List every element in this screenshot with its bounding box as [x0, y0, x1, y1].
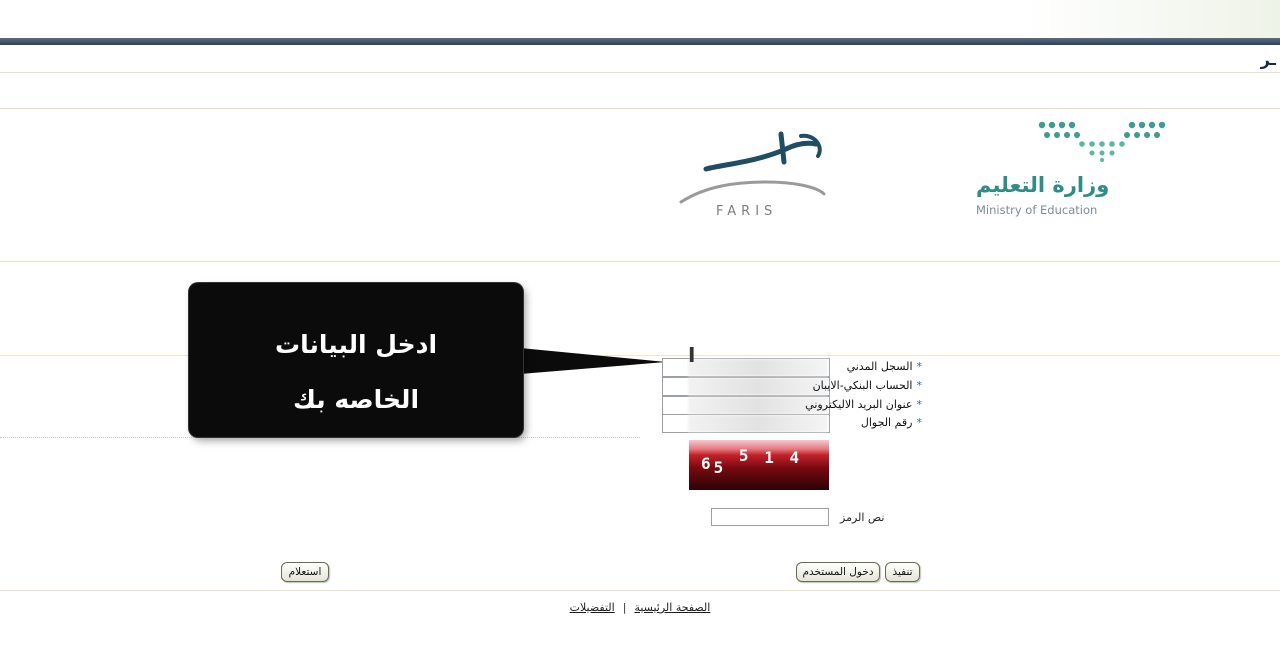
home-link[interactable]: الصفحة الرئيسية [634, 601, 710, 614]
divider [0, 72, 1280, 73]
ministry-name-arabic: وزارة التعليم [976, 173, 1110, 197]
faris-name-english: FARIS [716, 204, 778, 219]
captcha-code-label: نص الرمز [840, 511, 885, 524]
user-login-button[interactable]: دخول المستخدم [796, 562, 880, 582]
mobile-label: *رقم الجوال [860, 416, 922, 429]
ministry-dots-icon [1038, 121, 1166, 162]
ministry-name-english: Ministry of Education [976, 203, 1098, 217]
captcha-text: 65 5 1 4 [701, 446, 803, 477]
callout-line: الخاصه بك [292, 385, 420, 414]
blurred-value [688, 359, 828, 376]
callout-text: ادخل البيانات الخاصه بك [189, 317, 523, 427]
ministry-of-education-logo: وزارة التعليم Ministry of Education [972, 118, 1172, 218]
preferences-link[interactable]: التفضيلات [570, 601, 615, 614]
header-band [0, 38, 1280, 45]
captcha-image: 65 5 1 4 [689, 440, 829, 490]
divider [0, 261, 1280, 262]
email-label: *عنوان البريد الاليكتروني [805, 398, 922, 411]
divider [0, 590, 1280, 591]
civil-id-label: *السجل المدني [846, 360, 922, 373]
divider [0, 108, 1280, 109]
text-cursor-icon: I [688, 343, 696, 367]
dotted-divider [0, 437, 640, 438]
footer-links: الصفحة الرئيسية | التفضيلات [0, 601, 1280, 614]
blurred-value [688, 378, 828, 395]
page-heading: ـر [1260, 50, 1276, 69]
blurred-value [688, 415, 828, 432]
faris-logo: FARIS [676, 124, 831, 224]
execute-button[interactable]: تنفيذ [885, 562, 920, 582]
iban-label: *الحساب البنكي-الايبان [812, 379, 922, 392]
browser-top-area [0, 0, 1280, 38]
captcha-code-input[interactable] [711, 508, 829, 526]
callout-line: ادخل البيانات [274, 330, 438, 359]
faris-horse-icon [679, 131, 826, 204]
callout-pointer-icon [520, 348, 666, 374]
inquiry-button[interactable]: استعلام [281, 562, 329, 582]
instruction-callout: ادخل البيانات الخاصه بك [189, 283, 523, 437]
footer-separator: | [622, 601, 627, 614]
